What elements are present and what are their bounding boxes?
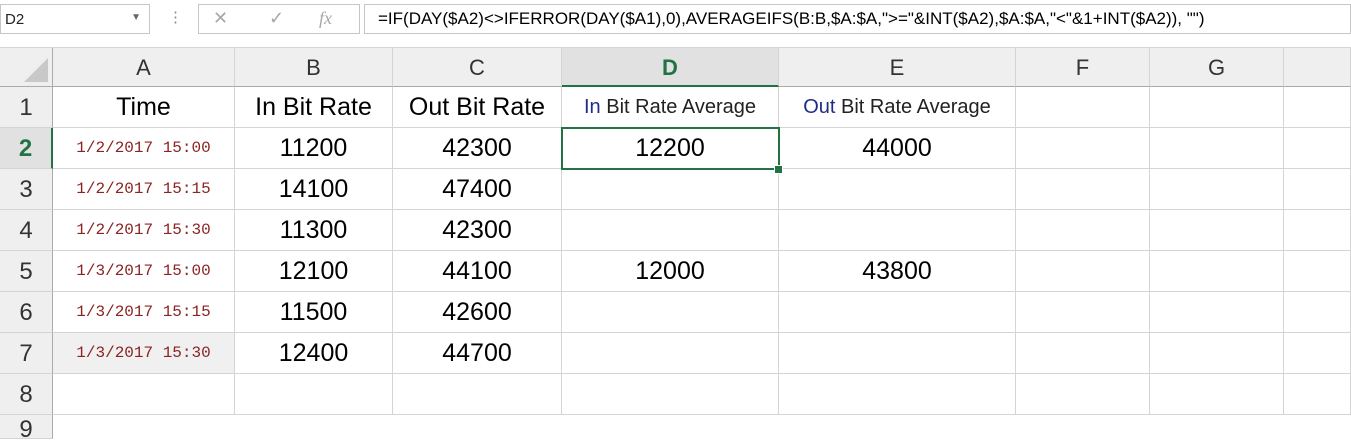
- column-header-e[interactable]: E: [779, 48, 1016, 87]
- cell-g5[interactable]: [1150, 251, 1284, 292]
- cell-b4[interactable]: 11300: [235, 210, 393, 251]
- column-header-d[interactable]: D: [562, 48, 779, 87]
- cell-h5[interactable]: [1284, 251, 1351, 292]
- formula-bar: D2 ▼ ⋮ ✕ ✓ fx =IF(DAY($A2)<>IFERROR(DAY(…: [0, 0, 1351, 48]
- cell-h7[interactable]: [1284, 333, 1351, 374]
- row-header-4[interactable]: 4: [0, 210, 53, 251]
- cell-e5[interactable]: 43800: [779, 251, 1016, 292]
- column-header-g[interactable]: G: [1150, 48, 1284, 87]
- cell-a2[interactable]: 1/2/2017 15:00: [53, 128, 235, 169]
- cell-b1[interactable]: In Bit Rate: [235, 87, 393, 128]
- cell-c4[interactable]: 42300: [393, 210, 562, 251]
- cell-c2[interactable]: 42300: [393, 128, 562, 169]
- enter-icon[interactable]: ✓: [269, 8, 284, 29]
- row-header-8[interactable]: 8: [0, 374, 53, 415]
- column-header-h[interactable]: [1284, 48, 1351, 87]
- cell-d1[interactable]: In Bit Rate Average: [562, 87, 779, 128]
- cell-f1[interactable]: [1016, 87, 1150, 128]
- select-all-button[interactable]: [0, 48, 53, 87]
- cell-g6[interactable]: [1150, 292, 1284, 333]
- cell-g2[interactable]: [1150, 128, 1284, 169]
- cell-a5[interactable]: 1/3/2017 15:00: [53, 251, 235, 292]
- cell-g1[interactable]: [1150, 87, 1284, 128]
- cell-d3[interactable]: [562, 169, 779, 210]
- cell-h1[interactable]: [1284, 87, 1351, 128]
- cell-e3[interactable]: [779, 169, 1016, 210]
- row-header-2[interactable]: 2: [0, 128, 53, 169]
- cell-d5[interactable]: 12000: [562, 251, 779, 292]
- column-header-c[interactable]: C: [393, 48, 562, 87]
- column-header-f[interactable]: F: [1016, 48, 1150, 87]
- cell-c6[interactable]: 42600: [393, 292, 562, 333]
- cell-e1-rest: Bit Rate Average: [835, 96, 991, 118]
- cell-e1[interactable]: Out Bit Rate Average: [779, 87, 1016, 128]
- cell-b5[interactable]: 12100: [235, 251, 393, 292]
- cell-d1-prefix: In: [584, 96, 601, 118]
- cell-a7[interactable]: 1/3/2017 15:30: [53, 333, 235, 374]
- row-header-1[interactable]: 1: [0, 87, 53, 128]
- cell-d6[interactable]: [562, 292, 779, 333]
- cell-h2[interactable]: [1284, 128, 1351, 169]
- cell-h4[interactable]: [1284, 210, 1351, 251]
- column-header-b[interactable]: B: [235, 48, 393, 87]
- cell-h8[interactable]: [1284, 374, 1351, 415]
- cell-h3[interactable]: [1284, 169, 1351, 210]
- cell-a4[interactable]: 1/2/2017 15:30: [53, 210, 235, 251]
- cell-g8[interactable]: [1150, 374, 1284, 415]
- cell-e7[interactable]: [779, 333, 1016, 374]
- row-header-5[interactable]: 5: [0, 251, 53, 292]
- cell-b8[interactable]: [235, 374, 393, 415]
- column-header-a[interactable]: A: [53, 48, 235, 87]
- cell-e8[interactable]: [779, 374, 1016, 415]
- cell-e2[interactable]: 44000: [779, 128, 1016, 169]
- cell-d2[interactable]: 12200: [562, 128, 779, 169]
- cell-f4[interactable]: [1016, 210, 1150, 251]
- cell-g4[interactable]: [1150, 210, 1284, 251]
- cell-e1-prefix: Out: [803, 96, 836, 118]
- cell-b7[interactable]: 12400: [235, 333, 393, 374]
- cell-b2[interactable]: 11200: [235, 128, 393, 169]
- cell-b3[interactable]: 14100: [235, 169, 393, 210]
- cell-a3[interactable]: 1/2/2017 15:15: [53, 169, 235, 210]
- more-options-icon[interactable]: ⋮: [168, 8, 183, 26]
- cell-a6[interactable]: 1/3/2017 15:15: [53, 292, 235, 333]
- cell-e4[interactable]: [779, 210, 1016, 251]
- cell-g3[interactable]: [1150, 169, 1284, 210]
- formula-input[interactable]: =IF(DAY($A2)<>IFERROR(DAY($A1),0),AVERAG…: [364, 4, 1351, 34]
- cell-f7[interactable]: [1016, 333, 1150, 374]
- cell-d8[interactable]: [562, 374, 779, 415]
- cell-d7[interactable]: [562, 333, 779, 374]
- chevron-down-icon[interactable]: ▼: [131, 12, 141, 23]
- formula-buttons: ✕ ✓ fx: [198, 4, 360, 34]
- cell-f5[interactable]: [1016, 251, 1150, 292]
- row-header-3[interactable]: 3: [0, 169, 53, 210]
- cancel-icon[interactable]: ✕: [213, 8, 228, 29]
- cell-g7[interactable]: [1150, 333, 1284, 374]
- cell-f6[interactable]: [1016, 292, 1150, 333]
- name-box[interactable]: D2 ▼: [0, 4, 150, 34]
- name-box-value: D2: [5, 11, 25, 28]
- cell-c1[interactable]: Out Bit Rate: [393, 87, 562, 128]
- row-header-6[interactable]: 6: [0, 292, 53, 333]
- cell-f8[interactable]: [1016, 374, 1150, 415]
- cell-c7[interactable]: 44700: [393, 333, 562, 374]
- cell-e6[interactable]: [779, 292, 1016, 333]
- formula-text: =IF(DAY($A2)<>IFERROR(DAY($A1),0),AVERAG…: [378, 9, 1205, 28]
- cell-b6[interactable]: 11500: [235, 292, 393, 333]
- cell-f3[interactable]: [1016, 169, 1150, 210]
- cell-c5[interactable]: 44100: [393, 251, 562, 292]
- cell-d4[interactable]: [562, 210, 779, 251]
- row-header-9[interactable]: 9: [0, 415, 53, 443]
- cell-d1-rest: Bit Rate Average: [600, 96, 756, 118]
- cell-a1[interactable]: Time: [53, 87, 235, 128]
- row-header-7[interactable]: 7: [0, 333, 53, 374]
- cell-h6[interactable]: [1284, 292, 1351, 333]
- fill-handle[interactable]: [774, 165, 783, 174]
- cell-c8[interactable]: [393, 374, 562, 415]
- cell-a8[interactable]: [53, 374, 235, 415]
- cell-c3[interactable]: 47400: [393, 169, 562, 210]
- insert-function-icon[interactable]: fx: [319, 8, 332, 29]
- cell-f2[interactable]: [1016, 128, 1150, 169]
